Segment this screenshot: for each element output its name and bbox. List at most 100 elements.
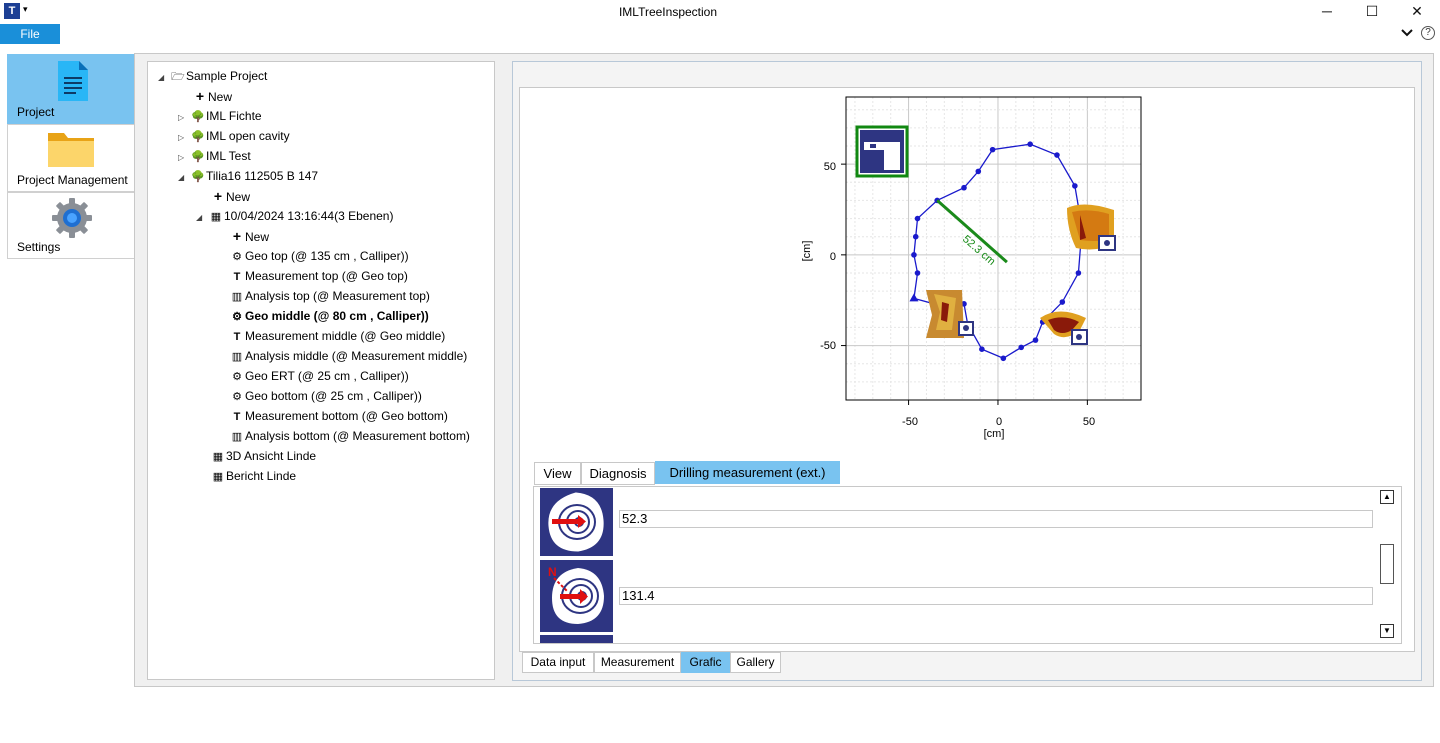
tree-icon: 🌳 [191,171,205,183]
drilling-thumbnail[interactable] [540,488,613,556]
tree-node-label: Measurement top (@ Geo top) [245,269,408,283]
contour-point[interactable] [979,346,985,352]
measurement-icon: T [233,271,241,283]
contour-point[interactable] [1072,183,1078,189]
nav-project[interactable]: Project [7,54,135,124]
tree-node-tilia[interactable]: ◢ 🌳Tilia16 112505 B 147 [178,167,318,185]
x-axis-label: [cm] [984,428,1005,440]
tab-measurement[interactable]: Measurement [594,652,681,673]
tree-ring-north-icon: N [548,565,604,624]
tree-node-geo-top[interactable]: ⚙ Geo top (@ 135 cm , Calliper)) [229,247,409,265]
help-icon[interactable]: ? [1421,26,1435,40]
expanded-arrow-icon[interactable]: ◢ [196,209,208,227]
tree-node-test[interactable]: ▷ 🌳IML Test [178,147,251,165]
tree-node-measurement-bottom[interactable]: T Measurement bottom (@ Geo bottom) [229,407,448,425]
tab-gallery[interactable]: Gallery [730,652,781,673]
contour-point[interactable] [989,146,996,153]
contour-point[interactable] [1059,299,1066,305]
collapsed-arrow-icon[interactable]: ▷ [178,129,190,147]
tree-node-label: IML open cavity [206,129,290,143]
tree-node-label: Tilia16 112505 B 147 [206,169,319,183]
tree-node-analysis-top[interactable]: ▥ Analysis top (@ Measurement top) [229,287,430,305]
tree-node-label: Analysis bottom (@ Measurement bottom) [245,429,470,443]
nav-project-management-label: Project Management [17,173,128,187]
drilling-thumbnail[interactable] [540,635,613,643]
tree-node-label: Geo top (@ 135 cm , Calliper)) [245,249,409,263]
tree-node-fichte[interactable]: ▷ 🌳IML Fichte [178,107,262,125]
contour-point[interactable] [975,168,982,175]
contour-point[interactable] [914,215,921,222]
maximize-button[interactable]: ☐ [1349,0,1395,24]
contour-point[interactable] [1000,355,1007,362]
tree-node-label: Geo middle (@ 80 cm , Calliper)) [245,309,429,323]
tree-node-measurement-top[interactable]: T Measurement top (@ Geo top) [229,267,408,285]
tree-icon: 🌳 [191,111,205,123]
tree-node-analysis-bottom[interactable]: ▥ Analysis bottom (@ Measurement bottom) [229,427,470,445]
tree-node-open-cavity[interactable]: ▷ 🌳IML open cavity [178,127,290,145]
contour-point[interactable] [1027,141,1033,147]
tree-node-analysis-middle[interactable]: ▥ Analysis middle (@ Measurement middle) [229,347,467,365]
tree-node-label: Measurement bottom (@ Geo bottom) [245,409,448,423]
expanded-arrow-icon[interactable]: ◢ [158,69,170,87]
scroll-down-icon[interactable]: ▼ [1380,624,1394,638]
tab-diagnosis[interactable]: Diagnosis [581,462,655,485]
tree-node-3d-view[interactable]: ▦ 3D Ansicht Linde [210,447,316,465]
tree-node-new[interactable]: + New [192,87,232,105]
tree-node-label: Analysis top (@ Measurement top) [245,289,430,303]
window-title: IMLTreeInspection [618,5,718,19]
tree-node-new[interactable]: + New [210,187,250,205]
contour-point[interactable] [914,270,921,276]
expanded-arrow-icon[interactable]: ◢ [178,169,190,187]
drilling-value-field[interactable]: 52.3 [619,510,1373,528]
tab-drilling-measurement-ext[interactable]: Drilling measurement (ext.) [655,461,840,484]
measurement-line[interactable] [936,199,1008,264]
tree-node-root[interactable]: ◢ 🗁Sample Project [158,67,267,85]
chevron-down-icon[interactable] [1400,26,1414,41]
vertical-scrollbar[interactable]: ▲ ▼ [1378,488,1396,642]
nav-project-label: Project [17,105,55,119]
contour-start-point[interactable] [909,293,919,302]
drilling-thumbnail[interactable]: N [540,560,613,632]
tree-node-new[interactable]: + New [229,227,269,245]
plus-icon: + [213,188,223,204]
tree-node-measurement-middle[interactable]: T Measurement middle (@ Geo middle) [229,327,446,345]
tree-node-label: IML Test [206,149,251,163]
collapsed-arrow-icon[interactable]: ▷ [178,109,190,127]
contour-point[interactable] [912,233,919,240]
tab-view[interactable]: View [534,462,581,485]
menu-file[interactable]: File [0,24,60,44]
cross-section-image-icon[interactable] [1067,204,1116,251]
contour-point[interactable] [1075,270,1082,276]
overview-thumbnail-icon[interactable] [855,125,909,178]
minimize-button[interactable]: ─ [1304,0,1350,24]
tree-node-session[interactable]: ◢ ▦ 10/04/2024 13:16:44(3 Ebenen) [196,207,393,225]
tab-grafic[interactable]: Grafic [681,652,730,673]
tree-node-geo-bottom[interactable]: ⚙ Geo bottom (@ 25 cm , Calliper)) [229,387,422,405]
analysis-icon: ▥ [231,291,243,303]
tab-data-input[interactable]: Data input [522,652,594,673]
drilling-value-field[interactable]: 131.4 [619,587,1373,605]
tree-node-report[interactable]: ▦ Bericht Linde [210,467,296,485]
svg-text:N: N [548,565,557,579]
close-button[interactable]: ✕ [1394,0,1440,24]
nav-settings[interactable]: Settings [7,192,135,259]
tree-node-geo-middle[interactable]: ⚙ Geo middle (@ 80 cm , Calliper)) [229,307,429,325]
nav-project-management[interactable]: Project Management [7,124,135,192]
analysis-icon: ▥ [231,431,243,443]
tree-node-label: 10/04/2024 13:16:44(3 Ebenen) [224,209,394,223]
contour-point[interactable] [1018,344,1025,351]
x-tick-label: 50 [1083,416,1095,428]
tree-node-geo-ert[interactable]: ⚙ Geo ERT (@ 25 cm , Calliper)) [229,367,409,385]
scroll-thumb[interactable] [1380,544,1394,584]
contour-point[interactable] [961,184,967,191]
contour-point[interactable] [1054,152,1060,158]
tree-node-label: Analysis middle (@ Measurement middle) [245,349,468,363]
scroll-up-icon[interactable]: ▲ [1380,490,1394,504]
contour-point[interactable] [1032,337,1039,343]
collapsed-arrow-icon[interactable]: ▷ [178,149,190,167]
tree-node-label: Bericht Linde [226,469,297,483]
calendar-icon: ▦ [210,211,222,223]
tree-node-label: Sample Project [186,69,268,83]
tree-node-label: New [245,230,270,244]
contour-point[interactable] [911,252,917,258]
